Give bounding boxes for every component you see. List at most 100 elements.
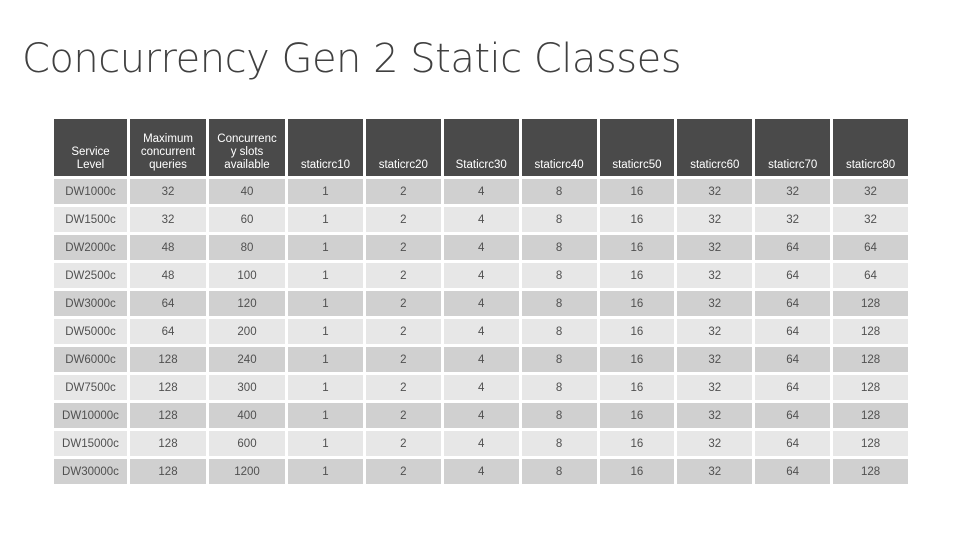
- table-cell: 16: [599, 179, 675, 204]
- table-cell: 40: [209, 179, 285, 204]
- table-cell: 4: [443, 459, 519, 484]
- table-cell: 2: [365, 263, 441, 288]
- service-level-cell: DW30000c: [54, 459, 127, 484]
- table-row: DW1500c 32 60 1 2 4 8 16 32 32 32: [54, 207, 908, 232]
- service-level-cell: DW1500c: [54, 207, 127, 232]
- service-level-cell: DW2500c: [54, 263, 127, 288]
- table-cell: 128: [130, 347, 206, 372]
- table-cell: 2: [365, 431, 441, 456]
- table-cell: 1: [288, 403, 363, 428]
- table-cell: 128: [833, 347, 908, 372]
- table-cell: 80: [209, 235, 285, 260]
- column-header: staticrc50: [599, 119, 675, 176]
- table-cell: 16: [599, 291, 675, 316]
- table-cell: 32: [677, 431, 753, 456]
- column-header: staticrc40: [521, 119, 597, 176]
- table-cell: 128: [130, 403, 206, 428]
- table-cell: 32: [677, 347, 753, 372]
- table-cell: 64: [755, 431, 831, 456]
- table-cell: 16: [599, 459, 675, 484]
- table-cell: 4: [443, 263, 519, 288]
- table-row: DW3000c 64 120 1 2 4 8 16 32 64 128: [54, 291, 908, 316]
- table-cell: 32: [677, 235, 753, 260]
- table-row: DW2500c 48 100 1 2 4 8 16 32 64 64: [54, 263, 908, 288]
- table-cell: 64: [130, 291, 206, 316]
- table-row: DW10000c 128 400 1 2 4 8 16 32 64 128: [54, 403, 908, 428]
- table-cell: 32: [755, 179, 831, 204]
- table-cell: 64: [755, 235, 831, 260]
- table-row: DW15000c 128 600 1 2 4 8 16 32 64 128: [54, 431, 908, 456]
- table-cell: 16: [599, 347, 675, 372]
- service-level-cell: DW1000c: [54, 179, 127, 204]
- table-cell: 32: [833, 179, 908, 204]
- table-cell: 128: [833, 375, 908, 400]
- table-cell: 1: [288, 347, 363, 372]
- table-cell: 1: [288, 459, 363, 484]
- column-header: Maximum concurrent queries: [130, 119, 206, 176]
- table-cell: 1: [288, 431, 363, 456]
- table-cell: 240: [209, 347, 285, 372]
- table-cell: 16: [599, 235, 675, 260]
- table-cell: 1: [288, 375, 363, 400]
- table-cell: 128: [130, 431, 206, 456]
- table-cell: 16: [599, 403, 675, 428]
- table-cell: 2: [365, 291, 441, 316]
- table-cell: 1: [288, 179, 363, 204]
- table-cell: 600: [209, 431, 285, 456]
- table-cell: 16: [599, 431, 675, 456]
- table-cell: 64: [833, 263, 908, 288]
- table-cell: 32: [755, 207, 831, 232]
- service-level-cell: DW15000c: [54, 431, 127, 456]
- table-cell: 64: [833, 235, 908, 260]
- table-cell: 2: [365, 319, 441, 344]
- column-header: staticrc20: [365, 119, 441, 176]
- table-row: DW6000c 128 240 1 2 4 8 16 32 64 128: [54, 347, 908, 372]
- table-cell: 4: [443, 403, 519, 428]
- table-header-row: Service Level Maximum concurrent queries Conc…: [54, 119, 908, 176]
- service-level-cell: DW5000c: [54, 319, 127, 344]
- table-cell: 8: [521, 403, 597, 428]
- table-cell: 8: [521, 207, 597, 232]
- column-header: Staticrc30: [443, 119, 519, 176]
- table-row: DW2000c 48 80 1 2 4 8 16 32 64 64: [54, 235, 908, 260]
- table-cell: 64: [130, 319, 206, 344]
- table-cell: 8: [521, 319, 597, 344]
- table-row: DW1000c 32 40 1 2 4 8 16 32 32 32: [54, 179, 908, 204]
- table-cell: 8: [521, 291, 597, 316]
- table-cell: 128: [833, 431, 908, 456]
- table-cell: 4: [443, 375, 519, 400]
- table-row: DW5000c 64 200 1 2 4 8 16 32 64 128: [54, 319, 908, 344]
- table-cell: 1200: [209, 459, 285, 484]
- table-cell: 2: [365, 235, 441, 260]
- concurrency-table: Service Level Maximum concurrent queries Conc…: [51, 116, 911, 487]
- service-level-cell: DW10000c: [54, 403, 127, 428]
- table-cell: 4: [443, 319, 519, 344]
- table-cell: 8: [521, 375, 597, 400]
- service-level-cell: DW2000c: [54, 235, 127, 260]
- table-cell: 300: [209, 375, 285, 400]
- table-cell: 64: [755, 375, 831, 400]
- table-row: DW7500c 128 300 1 2 4 8 16 32 64 128: [54, 375, 908, 400]
- table-cell: 4: [443, 347, 519, 372]
- slide-title: Concurrency Gen 2 Static Classes: [22, 36, 682, 82]
- column-header: Concurrenc y slots available: [209, 119, 285, 176]
- table-cell: 4: [443, 431, 519, 456]
- table-cell: 4: [443, 179, 519, 204]
- table-cell: 2: [365, 347, 441, 372]
- column-header: staticrc80: [833, 119, 908, 176]
- service-level-cell: DW7500c: [54, 375, 127, 400]
- table-cell: 16: [599, 319, 675, 344]
- table-cell: 2: [365, 459, 441, 484]
- table-cell: 8: [521, 179, 597, 204]
- table-cell: 1: [288, 235, 363, 260]
- table-cell: 2: [365, 207, 441, 232]
- table-cell: 1: [288, 207, 363, 232]
- table-cell: 32: [677, 375, 753, 400]
- table-cell: 2: [365, 179, 441, 204]
- table-cell: 1: [288, 319, 363, 344]
- table-cell: 16: [599, 375, 675, 400]
- table-cell: 64: [755, 291, 831, 316]
- table-body: DW1000c 32 40 1 2 4 8 16 32 32 32 DW1500c 32 60 1 2 4 8 16…: [54, 179, 908, 484]
- table-cell: 128: [833, 403, 908, 428]
- table-row: DW30000c 128 1200 1 2 4 8 16 32 64 128: [54, 459, 908, 484]
